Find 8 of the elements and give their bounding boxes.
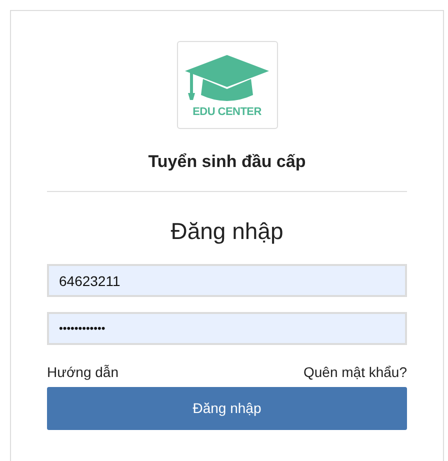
login-heading: Đăng nhập — [170, 216, 284, 246]
guide-link[interactable]: Hướng dẫn — [47, 362, 118, 383]
app-title: Tuyển sinh đầu cấp — [148, 151, 306, 173]
password-field[interactable]: •••••••••••• — [47, 312, 407, 345]
login-button[interactable]: Đăng nhập — [47, 387, 407, 430]
username-field[interactable]: 64623211 — [47, 264, 407, 297]
logo-text: EDU CENTER — [192, 106, 262, 118]
forgot-password-link[interactable]: Quên mật khẩu? — [303, 362, 407, 383]
